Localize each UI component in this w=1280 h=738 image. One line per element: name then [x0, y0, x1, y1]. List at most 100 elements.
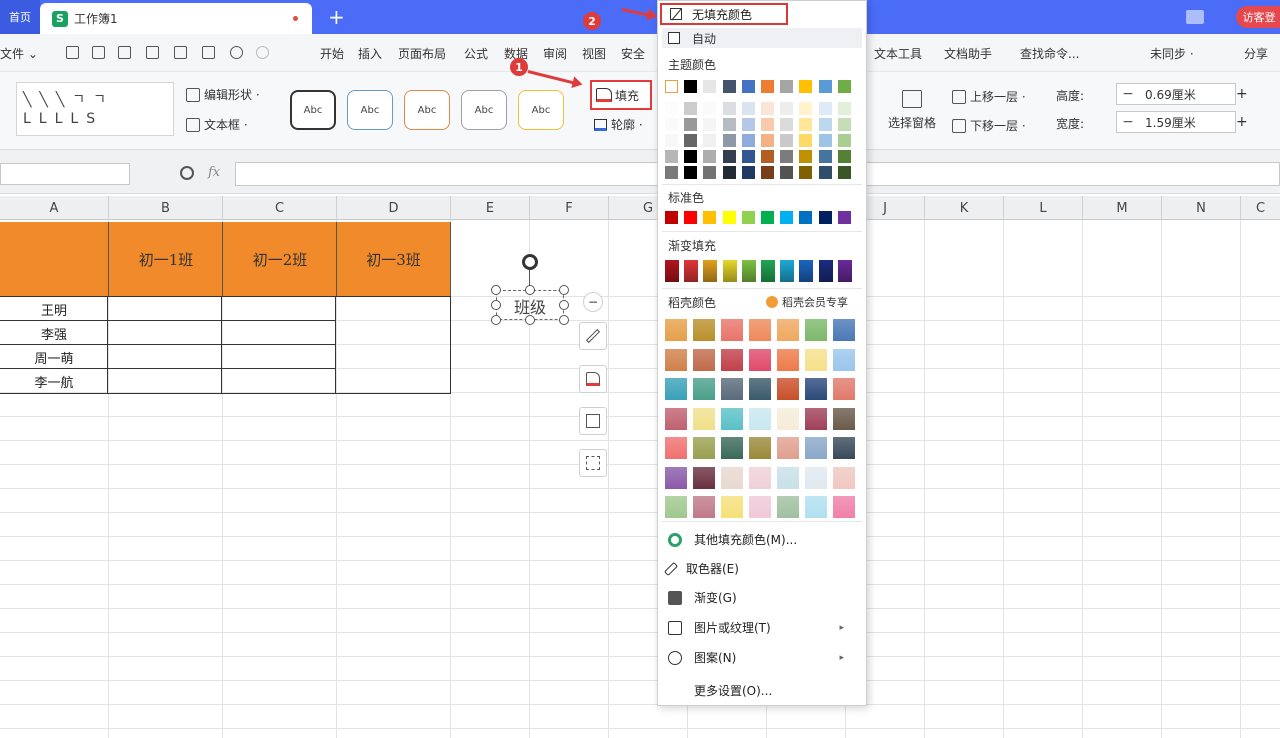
bring-forward-button[interactable]: 上移一层 · — [952, 88, 1026, 105]
texture-color-swatch[interactable] — [721, 437, 743, 459]
column-header-b[interactable]: B — [109, 196, 223, 220]
resize-handle-tl[interactable] — [491, 285, 501, 295]
cell-a-name-3[interactable]: 周一萌 — [0, 345, 108, 369]
new-file-icon[interactable] — [66, 46, 79, 59]
theme-shade-swatch[interactable] — [703, 134, 717, 147]
texture-color-swatch[interactable] — [777, 348, 799, 371]
texture-color-swatch[interactable] — [777, 319, 799, 341]
float-edit-button[interactable] — [579, 322, 607, 350]
texture-color-swatch[interactable] — [721, 319, 743, 341]
texture-color-swatch[interactable] — [833, 466, 855, 489]
texture-color-swatch[interactable] — [665, 407, 687, 430]
standard-color-swatch[interactable] — [799, 211, 813, 224]
menu-file[interactable]: 文件 ⌄ — [0, 45, 38, 62]
standard-color-swatch[interactable] — [703, 211, 717, 224]
gradient-fill-swatch[interactable] — [780, 260, 795, 282]
standard-color-swatch[interactable] — [761, 211, 774, 224]
menu-security[interactable]: 安全 — [621, 45, 645, 62]
theme-shade-swatch[interactable] — [780, 134, 794, 147]
texture-color-swatch[interactable] — [693, 319, 715, 341]
texture-color-swatch[interactable] — [749, 496, 771, 518]
theme-shade-swatch[interactable] — [799, 118, 813, 131]
picture-texture-option[interactable]: 图片或纹理(T) ▸ — [668, 619, 854, 636]
theme-color-swatch[interactable] — [684, 80, 698, 93]
shape-gallery[interactable]: ╲╲╲ㄱㄱ ᒪᒪᒪᒪS — [16, 82, 174, 136]
print-preview-icon[interactable] — [202, 46, 215, 59]
theme-shade-swatch[interactable] — [684, 134, 698, 147]
search-command[interactable]: 查找命令... — [1020, 45, 1079, 62]
theme-shade-swatch[interactable] — [684, 150, 698, 163]
theme-shade-swatch[interactable] — [665, 134, 678, 147]
texture-color-swatch[interactable] — [777, 378, 799, 400]
theme-shade-swatch[interactable] — [799, 102, 813, 115]
texture-color-swatch[interactable] — [805, 466, 827, 489]
float-layout-button[interactable] — [579, 449, 607, 477]
shape-style-4[interactable]: Abc — [461, 90, 507, 130]
width-input[interactable]: − 1.59厘米 — [1116, 111, 1236, 133]
menu-page-layout[interactable]: 页面布局 — [398, 45, 446, 62]
fx-icon[interactable]: fx — [208, 165, 220, 180]
share-button[interactable]: 分享 — [1244, 45, 1268, 62]
save-icon[interactable] — [118, 46, 131, 59]
theme-shade-swatch[interactable] — [818, 150, 832, 163]
resize-handle-ml[interactable] — [491, 300, 501, 310]
texture-color-swatch[interactable] — [777, 466, 799, 489]
standard-color-swatch[interactable] — [837, 211, 851, 224]
theme-color-swatch[interactable] — [818, 80, 832, 93]
shape-style-3[interactable]: Abc — [404, 90, 450, 130]
theme-shade-swatch[interactable] — [780, 150, 794, 163]
column-header-e[interactable]: E — [451, 196, 530, 220]
resize-handle-tr[interactable] — [559, 285, 569, 295]
gradient-fill-swatch[interactable] — [665, 260, 679, 282]
send-backward-button[interactable]: 下移一层 · — [952, 117, 1026, 134]
texture-color-swatch[interactable] — [693, 348, 715, 371]
theme-shade-swatch[interactable] — [799, 134, 813, 147]
zoom-search-icon[interactable] — [180, 166, 194, 180]
theme-shade-swatch[interactable] — [818, 118, 832, 131]
eyedropper-option[interactable]: 取色器(E) — [663, 560, 739, 577]
more-fill-colors-option[interactable]: 其他填充颜色(M)... — [668, 531, 797, 548]
theme-shade-swatch[interactable] — [722, 150, 736, 163]
theme-shade-swatch[interactable] — [837, 102, 851, 115]
theme-color-swatch[interactable] — [741, 80, 755, 93]
texture-color-swatch[interactable] — [805, 496, 827, 518]
outline-button[interactable]: 轮廓 · — [594, 116, 643, 133]
theme-shade-swatch[interactable] — [818, 102, 832, 115]
theme-shade-swatch[interactable] — [665, 118, 678, 131]
gradient-fill-swatch[interactable] — [703, 260, 718, 282]
resize-handle-br[interactable] — [559, 315, 569, 325]
texture-color-swatch[interactable] — [749, 378, 771, 400]
theme-shade-swatch[interactable] — [780, 166, 794, 179]
float-fill-button[interactable] — [579, 365, 607, 393]
texture-color-swatch[interactable] — [721, 466, 743, 489]
standard-color-swatch[interactable] — [818, 211, 832, 224]
texture-color-swatch[interactable] — [749, 437, 771, 459]
theme-shade-swatch[interactable] — [703, 102, 717, 115]
cell-b-header[interactable]: 初一1班 — [108, 222, 223, 296]
theme-color-swatch[interactable] — [799, 80, 813, 93]
width-increase[interactable]: + — [1236, 114, 1248, 130]
gradient-fill-swatch[interactable] — [761, 260, 775, 282]
height-decrease[interactable]: − — [1117, 86, 1139, 102]
export-pdf-icon[interactable] — [146, 46, 159, 59]
home-tab[interactable]: 首页 — [0, 0, 40, 34]
texture-color-swatch[interactable] — [693, 407, 715, 430]
theme-shade-swatch[interactable] — [722, 166, 736, 179]
gradient-option[interactable]: 渐变(G) — [668, 589, 737, 606]
texture-color-swatch[interactable] — [665, 378, 687, 400]
resize-handle-mr[interactable] — [559, 300, 569, 310]
texture-color-swatch[interactable] — [665, 466, 687, 489]
resize-handle-bc[interactable] — [525, 315, 535, 325]
texture-color-swatch[interactable] — [833, 407, 855, 430]
column-header-k[interactable]: K — [925, 196, 1004, 220]
column-header-n[interactable]: N — [1162, 196, 1241, 220]
column-header-d[interactable]: D — [337, 196, 451, 220]
texture-color-swatch[interactable] — [693, 466, 715, 489]
edit-shape-button[interactable]: 编辑形状 · — [186, 86, 260, 103]
texture-color-swatch[interactable] — [693, 496, 715, 518]
theme-shade-swatch[interactable] — [780, 118, 794, 131]
width-value[interactable]: 1.59厘米 — [1139, 114, 1235, 131]
column-header-c[interactable]: C — [223, 196, 337, 220]
collapse-toolbar-button[interactable]: − — [583, 292, 603, 312]
theme-shade-swatch[interactable] — [837, 118, 851, 131]
